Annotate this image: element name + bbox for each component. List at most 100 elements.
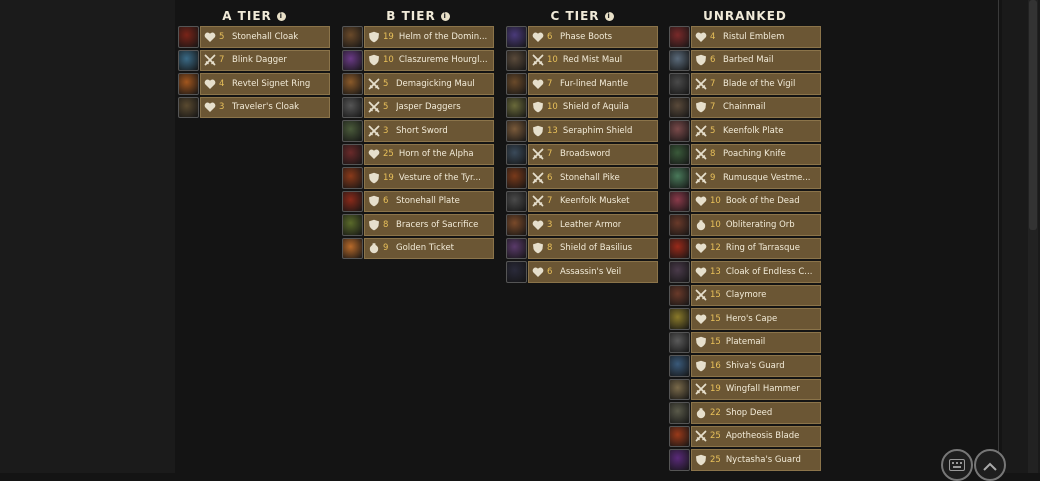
item-row[interactable]: 16 Shiva's Guard [669,355,821,377]
item-thumbnail[interactable] [669,143,690,165]
item-bar[interactable]: 13 Cloak of Endless C... [691,261,821,283]
item-thumbnail[interactable] [669,73,690,95]
item-thumbnail[interactable] [669,237,690,259]
item-thumbnail[interactable] [669,402,690,424]
item-thumbnail[interactable] [506,26,527,48]
item-bar[interactable]: 13 Seraphim Shield [528,120,658,142]
item-thumbnail[interactable] [506,49,527,71]
item-row[interactable]: 8 Bracers of Sacrifice [342,214,494,236]
item-bar[interactable]: 7 Broadsword [528,143,658,165]
item-row[interactable]: 7 Chainmail [669,96,821,118]
item-bar[interactable]: 8 Poaching Knife [691,143,821,165]
item-bar[interactable]: 6 Stonehall Plate [364,190,494,212]
item-bar[interactable]: 3 Short Sword [364,120,494,142]
item-bar[interactable]: 7 Blade of the Vigil [691,73,821,95]
item-bar[interactable]: 10 Red Mist Maul [528,49,658,71]
item-bar[interactable]: 7 Chainmail [691,96,821,118]
item-thumbnail[interactable] [178,96,199,118]
item-bar[interactable]: 9 Golden Ticket [364,237,494,259]
item-row[interactable]: 8 Poaching Knife [669,143,821,165]
item-row[interactable]: 4 Revtel Signet Ring [178,73,330,95]
item-bar[interactable]: 15 Platemail [691,331,821,353]
item-thumbnail[interactable] [669,449,690,471]
item-bar[interactable]: 4 Ristul Emblem [691,26,821,48]
item-row[interactable]: 6 Barbed Mail [669,49,821,71]
item-bar[interactable]: 8 Bracers of Sacrifice [364,214,494,236]
item-bar[interactable]: 5 Keenfolk Plate [691,120,821,142]
item-thumbnail[interactable] [342,143,363,165]
item-bar[interactable]: 10 Shield of Aquila [528,96,658,118]
item-thumbnail[interactable] [506,214,527,236]
item-bar[interactable]: 3 Traveler's Cloak [200,96,330,118]
item-bar[interactable]: 22 Shop Deed [691,402,821,424]
item-row[interactable]: 5 Demagicking Maul [342,73,494,95]
item-row[interactable]: 12 Ring of Tarrasque [669,237,821,259]
item-row[interactable]: 4 Ristul Emblem [669,26,821,48]
item-bar[interactable]: 25 Horn of the Alpha [364,143,494,165]
item-thumbnail[interactable] [342,73,363,95]
item-row[interactable]: 19 Vesture of the Tyr... [342,167,494,189]
item-row[interactable]: 6 Stonehall Plate [342,190,494,212]
scroll-top-button[interactable] [974,449,1006,481]
item-thumbnail[interactable] [342,167,363,189]
item-thumbnail[interactable] [506,143,527,165]
item-thumbnail[interactable] [669,96,690,118]
item-thumbnail[interactable] [669,425,690,447]
item-bar[interactable]: 10 Claszureme Hourgl... [364,49,494,71]
item-thumbnail[interactable] [178,73,199,95]
item-thumbnail[interactable] [506,120,527,142]
item-row[interactable]: 13 Seraphim Shield [506,120,658,142]
item-thumbnail[interactable] [342,96,363,118]
item-thumbnail[interactable] [506,167,527,189]
item-bar[interactable]: 5 Demagicking Maul [364,73,494,95]
item-thumbnail[interactable] [669,214,690,236]
item-row[interactable]: 3 Short Sword [342,120,494,142]
item-thumbnail[interactable] [178,26,199,48]
item-thumbnail[interactable] [342,120,363,142]
item-bar[interactable]: 25 Apotheosis Blade [691,425,821,447]
item-bar[interactable]: 19 Helm of the Domin... [364,26,494,48]
item-row[interactable]: 3 Leather Armor [506,214,658,236]
item-row[interactable]: 15 Platemail [669,331,821,353]
item-bar[interactable]: 4 Revtel Signet Ring [200,73,330,95]
item-row[interactable]: 10 Shield of Aquila [506,96,658,118]
item-row[interactable]: 7 Keenfolk Musket [506,190,658,212]
scrollbar-thumb[interactable] [1029,0,1037,230]
info-icon[interactable]: i [604,11,614,21]
item-bar[interactable]: 15 Hero's Cape [691,308,821,330]
info-icon[interactable]: i [440,11,450,21]
item-row[interactable]: 5 Keenfolk Plate [669,120,821,142]
item-bar[interactable]: 8 Shield of Basilius [528,237,658,259]
item-row[interactable]: 7 Blink Dagger [178,49,330,71]
item-row[interactable]: 13 Cloak of Endless C... [669,261,821,283]
item-thumbnail[interactable] [669,331,690,353]
item-bar[interactable]: 10 Book of the Dead [691,190,821,212]
item-row[interactable]: 25 Horn of the Alpha [342,143,494,165]
item-row[interactable]: 10 Book of the Dead [669,190,821,212]
item-bar[interactable]: 6 Phase Boots [528,26,658,48]
item-thumbnail[interactable] [342,214,363,236]
item-thumbnail[interactable] [669,308,690,330]
item-bar[interactable]: 7 Keenfolk Musket [528,190,658,212]
item-thumbnail[interactable] [178,49,199,71]
item-thumbnail[interactable] [669,355,690,377]
item-row[interactable]: 25 Nyctasha's Guard [669,449,821,471]
item-row[interactable]: 7 Broadsword [506,143,658,165]
item-bar[interactable]: 6 Assassin's Veil [528,261,658,283]
item-row[interactable]: 8 Shield of Basilius [506,237,658,259]
item-thumbnail[interactable] [506,190,527,212]
item-bar[interactable]: 7 Blink Dagger [200,49,330,71]
item-row[interactable]: 7 Fur-lined Mantle [506,73,658,95]
item-row[interactable]: 7 Blade of the Vigil [669,73,821,95]
item-row[interactable]: 15 Claymore [669,284,821,306]
item-row[interactable]: 10 Obliterating Orb [669,214,821,236]
item-bar[interactable]: 15 Claymore [691,284,821,306]
item-bar[interactable]: 3 Leather Armor [528,214,658,236]
item-row[interactable]: 9 Golden Ticket [342,237,494,259]
item-row[interactable]: 3 Traveler's Cloak [178,96,330,118]
item-bar[interactable]: 19 Vesture of the Tyr... [364,167,494,189]
keyboard-button[interactable] [941,449,973,481]
info-icon[interactable]: i [276,11,286,21]
item-thumbnail[interactable] [506,237,527,259]
item-bar[interactable]: 9 Rumusque Vestme... [691,167,821,189]
